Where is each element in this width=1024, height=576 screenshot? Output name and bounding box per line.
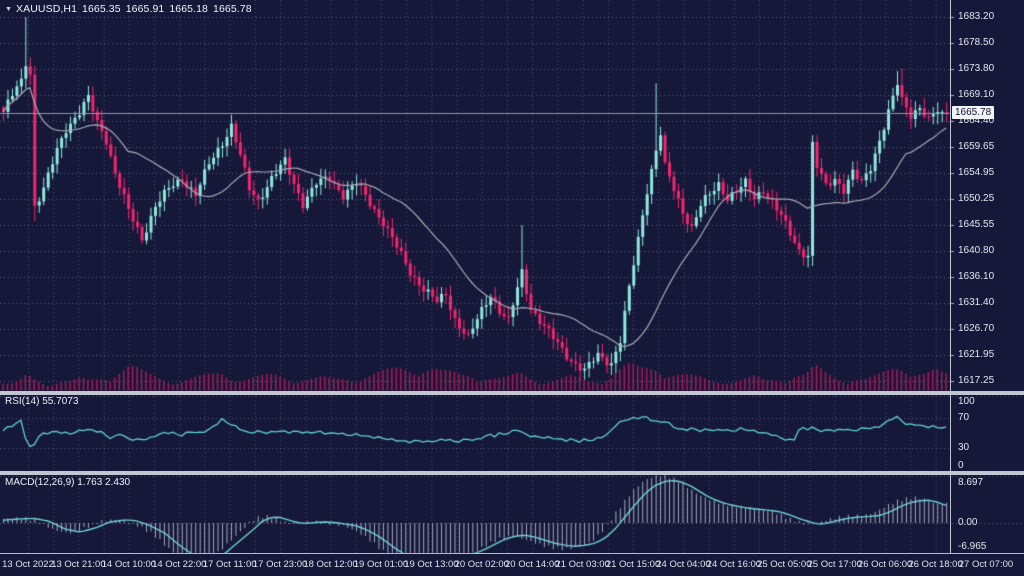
time-axis-label: 14 Oct 10:00	[102, 559, 156, 570]
time-axis-label: 19 Oct 13:00	[404, 559, 458, 570]
time-axis-label: 26 Oct 06:00	[858, 559, 912, 570]
time-axis-label: 20 Oct 02:00	[455, 559, 509, 570]
macd-axis-label: 0.00	[958, 517, 977, 528]
rsi-axis-label: 70	[958, 412, 969, 423]
pane-divider[interactable]	[0, 391, 1024, 395]
price-axis-label: 1683.20	[958, 11, 994, 22]
price-axis-label: 1621.95	[958, 349, 994, 360]
time-axis-label: 24 Oct 16:00	[707, 559, 761, 570]
trading-chart-window: ▼ XAUUSD,H1 1665.35 1665.91 1665.18 1665.78 R…	[0, 0, 1024, 576]
price-axis-label: 1673.80	[958, 63, 994, 74]
price-axis-label: 1654.95	[958, 167, 994, 178]
symbol-period: XAUUSD,H1	[16, 3, 77, 15]
current-price-tag: 1665.78	[952, 106, 994, 119]
price-axis-label: 1631.40	[958, 297, 994, 308]
price-axis-label: 1678.50	[958, 37, 994, 48]
time-axis-label: 20 Oct 14:00	[505, 559, 559, 570]
ohlc-close: 1665.78	[213, 3, 252, 15]
time-axis-label: 14 Oct 22:00	[152, 559, 206, 570]
time-axis-label: 18 Oct 12:00	[303, 559, 357, 570]
pane-divider[interactable]	[0, 471, 1024, 475]
time-axis-label: 21 Oct 03:00	[555, 559, 609, 570]
time-axis-label: 17 Oct 23:00	[253, 559, 307, 570]
price-axis-label: 1640.80	[958, 245, 994, 256]
chart-title: ▼ XAUUSD,H1 1665.35 1665.91 1665.18 1665.78	[5, 3, 257, 15]
time-axis-label: 25 Oct 05:00	[757, 559, 811, 570]
time-axis-label: 17 Oct 11:00	[203, 559, 257, 570]
ohlc-high: 1665.91	[126, 3, 165, 15]
time-axis-label: 21 Oct 15:00	[606, 559, 660, 570]
time-axis-label: 13 Oct 2022	[2, 559, 54, 570]
rsi-axis-label: 100	[958, 396, 975, 407]
symbol-dropdown-icon[interactable]: ▼	[5, 6, 12, 13]
time-axis-label: 19 Oct 01:00	[354, 559, 408, 570]
rsi-axis-label: 0	[958, 460, 964, 471]
price-axis-label: 1636.10	[958, 271, 994, 282]
candlestick-chart-canvas[interactable]	[0, 0, 1024, 576]
time-axis-label: 13 Oct 21:00	[51, 559, 105, 570]
price-axis-label: 1659.65	[958, 141, 994, 152]
macd-axis-label: -6.965	[958, 541, 986, 552]
macd-indicator-label: MACD(12,26,9) 1.763 2.430	[5, 477, 130, 488]
macd-axis-label: 8.697	[958, 477, 983, 488]
price-axis-label: 1645.55	[958, 219, 994, 230]
rsi-indicator-label: RSI(14) 55.7073	[5, 396, 78, 407]
rsi-axis-label: 30	[958, 442, 969, 453]
time-axis-label: 24 Oct 04:00	[656, 559, 710, 570]
pane-border	[0, 553, 1024, 554]
time-axis-label: 27 Oct 07:00	[959, 559, 1013, 570]
price-axis-label: 1617.25	[958, 375, 994, 386]
price-axis-label: 1669.10	[958, 89, 994, 100]
time-axis[interactable]: 13 Oct 202213 Oct 21:0014 Oct 10:0014 Oc…	[0, 556, 1024, 576]
time-axis-label: 25 Oct 17:00	[808, 559, 862, 570]
price-axis-label: 1650.25	[958, 193, 994, 204]
ohlc-open: 1665.35	[82, 3, 121, 15]
ohlc-low: 1665.18	[169, 3, 208, 15]
price-axis-label: 1626.70	[958, 323, 994, 334]
time-axis-label: 26 Oct 18:00	[908, 559, 962, 570]
